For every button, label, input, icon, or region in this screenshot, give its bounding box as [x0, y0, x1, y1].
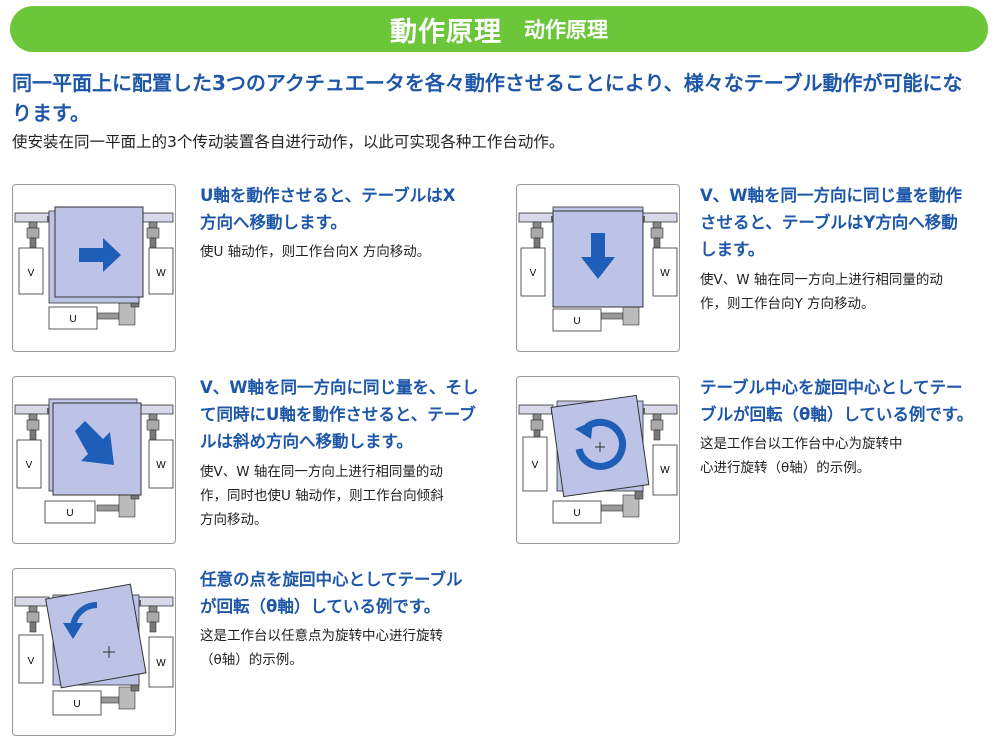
case-5-title-line: が回転（θ軸）している例です。: [200, 597, 441, 616]
case-1-desc: 使U 轴动作，则工作台向X 方向移动。: [200, 240, 430, 264]
case-5-desc-line: （θ轴）的示例。: [200, 652, 303, 668]
case-3-figure: V W U: [12, 376, 176, 544]
case-4-title: テーブル中心を旋回中心としてテー ブルが回転（θ軸）している例です。: [700, 374, 973, 428]
case-2-title-line: V、W軸を同一方向に同じ量を動作: [700, 186, 962, 205]
intro-jp: 同一平面上に配置した3つのアクチュエータを各々動作させることにより、様々なテーブ…: [12, 68, 992, 128]
title-banner: 動作原理 动作原理: [10, 6, 988, 52]
case-4-desc-line: 这是工作台以工作台中心为旋转中: [700, 436, 903, 452]
intro-jp-line1: 同一平面上に配置した3つのアクチュエータを各々動作させることにより、様々なテーブ…: [12, 71, 963, 95]
intro-cn: 使安装在同一平面上的3个传动装置各自进行动作，以此可实现各种工作台动作。: [12, 133, 565, 151]
u-label: U: [573, 508, 580, 519]
case-5-desc: 这是工作台以任意点为旋转中心进行旋转 （θ轴）的示例。: [200, 624, 443, 672]
case-2-desc: 使V、W 轴在同一方向上进行相同量的动 作，则工作台向Y 方向移动。: [700, 268, 943, 316]
case-3-desc-line: 使V、W 轴在同一方向上进行相同量的动: [200, 464, 443, 480]
case-2-title: V、W軸を同一方向に同じ量を動作 させると、テーブルはY方向へ移動 します。: [700, 182, 962, 263]
w-label: W: [660, 465, 670, 476]
case-5-title: 任意の点を旋回中心としてテーブル が回転（θ軸）している例です。: [200, 566, 463, 620]
case-3-title: V、W軸を同一方向に同じ量を、そし て同時にU軸を動作させると、テーブ ルは斜め…: [200, 374, 478, 455]
case-1-desc-line: 使U 轴动作，则工作台向X 方向移动。: [200, 244, 431, 260]
case-3-desc: 使V、W 轴在同一方向上进行相同量的动 作，同时也使U 轴动作，则工作台向倾斜 …: [200, 460, 444, 532]
case-5-figure: V W U: [12, 568, 176, 736]
case-1-title-line: 方向へ移動します。: [200, 213, 347, 232]
case-4-figure: V W U: [516, 376, 680, 544]
case-2-title-line: します。: [700, 240, 765, 259]
v-label: V: [28, 656, 35, 667]
w-label: W: [156, 268, 166, 279]
case-2-title-line: させると、テーブルはY方向へ移動: [700, 213, 958, 232]
case-2-desc-line: 作，则工作台向Y 方向移动。: [700, 296, 875, 312]
case-4-title-line: テーブル中心を旋回中心としてテー: [700, 378, 963, 397]
case-4-title-line: ブルが回転（θ軸）している例です。: [700, 405, 974, 424]
u-label: U: [66, 508, 73, 519]
v-label: V: [532, 460, 539, 471]
u-label: U: [73, 699, 80, 710]
case-3-title-line: て同時にU軸を動作させると、テーブ: [200, 405, 476, 424]
case-3-title-line: V、W軸を同一方向に同じ量を、そし: [200, 378, 479, 397]
case-2-figure: V W U: [516, 184, 680, 352]
w-label: W: [156, 658, 166, 669]
v-label: V: [26, 460, 33, 471]
v-label: V: [530, 268, 537, 279]
case-4-desc-line: 心进行旋转（θ轴）的示例。: [700, 460, 871, 476]
case-1-figure: V W U: [12, 184, 176, 352]
case-3-desc-line: 方向移动。: [200, 512, 268, 528]
case-3-title-line: ルは斜め方向へ移動します。: [200, 432, 413, 451]
case-1-title: U軸を動作させると、テーブルはX 方向へ移動します。: [200, 182, 455, 236]
u-label: U: [69, 314, 76, 325]
case-5-title-line: 任意の点を旋回中心としてテーブル: [200, 570, 463, 589]
case-5-desc-line: 这是工作台以任意点为旋转中心进行旋转: [200, 628, 443, 644]
w-label: W: [660, 268, 670, 279]
case-4-desc: 这是工作台以工作台中心为旋转中 心进行旋转（θ轴）的示例。: [700, 432, 903, 480]
v-label: V: [28, 268, 35, 279]
case-2-desc-line: 使V、W 轴在同一方向上进行相同量的动: [700, 272, 943, 288]
title-cn: 动作原理: [524, 18, 608, 42]
u-label: U: [573, 316, 580, 327]
title-jp: 動作原理: [390, 16, 502, 48]
w-label: W: [156, 460, 166, 471]
case-1-title-line: U軸を動作させると、テーブルはX: [200, 186, 456, 205]
intro-jp-line2: ります。: [12, 101, 90, 125]
case-3-desc-line: 作，同时也使U 轴动作，则工作台向倾斜: [200, 488, 444, 504]
